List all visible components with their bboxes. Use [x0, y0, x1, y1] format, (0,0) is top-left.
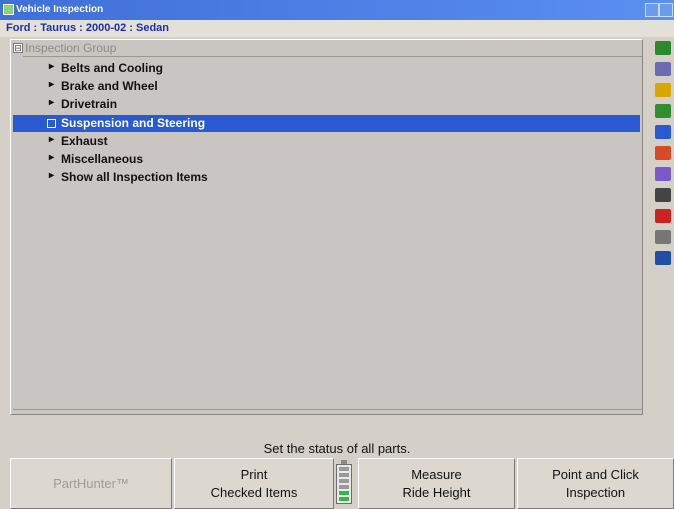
inspection-group-header[interactable]: ⊟ Inspection Group [11, 40, 642, 56]
point-label-line1: Point and Click [552, 466, 639, 482]
tree-item-suspension-and-steering[interactable]: ▫ Suspension and Steering [13, 115, 640, 132]
tree-item-label: Suspension and Steering [61, 116, 206, 130]
battery-cell [339, 491, 349, 495]
function-button-bar: PartHunter™ Print Checked Items Measure … [0, 458, 674, 509]
tree-item-label: Show all Inspection Items [61, 170, 208, 184]
status-message: Set the status of all parts. [263, 441, 411, 456]
measure-ride-height-button[interactable]: Measure Ride Height [358, 458, 515, 509]
battery-icon [335, 460, 353, 504]
camber-chart-icon[interactable] [655, 146, 671, 160]
maximize-button[interactable] [659, 3, 673, 17]
tire-icon[interactable] [655, 83, 671, 97]
status-bar: Set the status of all parts. [0, 439, 674, 457]
bullet-icon: ▸ [49, 134, 55, 145]
tree-item-miscellaneous[interactable]: ▸ Miscellaneous [13, 151, 640, 168]
globe-icon[interactable] [655, 251, 671, 265]
minimize-button[interactable] [645, 3, 659, 17]
print-label-line2: Checked Items [210, 484, 298, 500]
collapse-icon[interactable]: ⊟ [13, 43, 23, 53]
bullet-icon: ▸ [49, 152, 55, 163]
battery-cell [339, 485, 349, 489]
alignment-readings-icon[interactable] [655, 104, 671, 118]
point-label-line2: Inspection [565, 484, 626, 500]
print-label-line1: Print [240, 466, 268, 482]
tree-item-label: Exhaust [61, 134, 108, 148]
bullet-icon: ▸ [49, 170, 55, 181]
tools-icon[interactable] [655, 230, 671, 244]
window-title: Vehicle Inspection [16, 4, 104, 15]
print-checked-items-button[interactable]: Print Checked Items [174, 458, 334, 509]
inspection-tree-panel: ⊟ Inspection Group ▸ Belts and Cooling ▸… [10, 39, 643, 415]
tree-item-label: Drivetrain [61, 97, 118, 111]
point-and-click-inspection-button[interactable]: Point and Click Inspection [517, 458, 674, 509]
tree-item-belts-and-cooling[interactable]: ▸ Belts and Cooling [13, 60, 640, 77]
bullet-icon: ▸ [49, 79, 55, 90]
divider [13, 409, 643, 410]
ride-height-icon[interactable] [655, 167, 671, 181]
bullet-icon: ▸ [49, 97, 55, 108]
battery-cell [339, 473, 349, 477]
parthunter-label: PartHunter™ [53, 475, 129, 491]
tree-item-label: Belts and Cooling [61, 61, 163, 75]
side-toolbar [652, 39, 674, 299]
vehicle-label: Ford : Taurus : 2000-02 : Sedan [6, 22, 170, 34]
app-icon [3, 4, 14, 15]
tree-item-label: Miscellaneous [61, 152, 144, 166]
vehicle-specs-icon[interactable] [655, 62, 671, 76]
battery-cell [339, 479, 349, 483]
ride-label-line1: Measure [411, 466, 462, 482]
tree-item-brake-and-wheel[interactable]: ▸ Brake and Wheel [13, 78, 640, 95]
bullet-icon: ▫ [47, 119, 56, 128]
inspection-report-icon[interactable] [655, 188, 671, 202]
divider [23, 56, 642, 57]
wheel-icon[interactable] [655, 125, 671, 139]
inspection-group-label: Inspection Group [25, 41, 117, 55]
tree-item-label: Brake and Wheel [61, 79, 158, 93]
battery-cell [339, 467, 349, 471]
vehicle-info-bar: Ford : Taurus : 2000-02 : Sedan [0, 20, 674, 37]
tree-item-drivetrain[interactable]: ▸ Drivetrain [13, 96, 640, 113]
warning-icon[interactable] [655, 209, 671, 223]
battery-cell [339, 497, 349, 501]
title-bar: Vehicle Inspection [0, 0, 674, 20]
tree-item-show-all[interactable]: ▸ Show all Inspection Items [13, 169, 640, 186]
bullet-icon: ▸ [49, 61, 55, 72]
parthunter-button[interactable]: PartHunter™ [10, 458, 172, 509]
ride-label-line2: Ride Height [402, 484, 471, 500]
tree-item-exhaust[interactable]: ▸ Exhaust [13, 133, 640, 150]
help-icon[interactable] [655, 41, 671, 55]
